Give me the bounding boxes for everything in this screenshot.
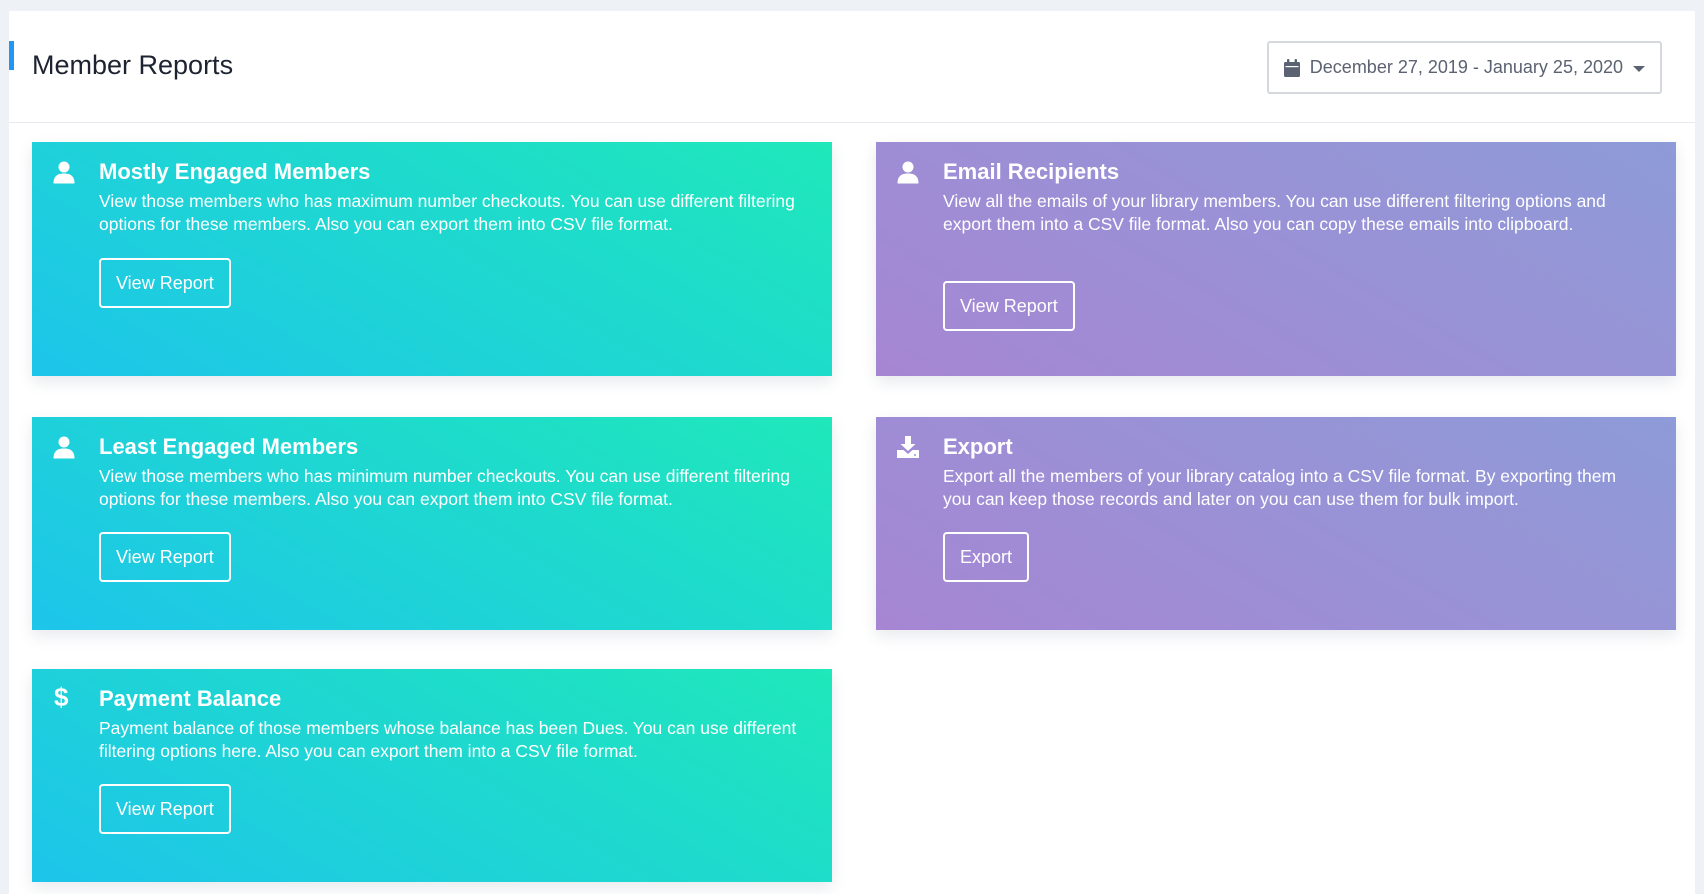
title-accent-bar [9, 41, 14, 70]
calendar-icon [1283, 58, 1300, 77]
card-description: View all the emails of your library memb… [943, 191, 1606, 234]
least-engaged-view-report-button[interactable]: View Report [99, 532, 231, 582]
card-title: Export [943, 434, 1013, 459]
export-button[interactable]: Export [943, 532, 1030, 582]
panel-header: Member Reports December 27, 2019 - Janua… [9, 11, 1695, 123]
card-description: Export all the members of your library c… [943, 466, 1617, 509]
card-description: View those members who has maximum numbe… [99, 191, 795, 234]
card-title: Payment Balance [99, 686, 282, 711]
user-icon [53, 161, 75, 184]
user-icon [53, 436, 75, 459]
card-title: Least Engaged Members [99, 434, 359, 459]
mostly-engaged-members-card: Mostly Engaged Members View those member… [32, 142, 832, 376]
email-recipients-view-report-button[interactable]: View Report [943, 281, 1075, 331]
card-description: Payment balance of those members whose b… [99, 718, 797, 761]
download-icon [897, 436, 919, 458]
mostly-engaged-view-report-button[interactable]: View Report [99, 258, 231, 308]
card-title: Mostly Engaged Members [99, 159, 371, 184]
dollar-icon: $ [54, 682, 69, 712]
email-recipients-card: Email Recipients View all the emails of … [876, 142, 1676, 376]
user-icon [897, 161, 919, 184]
export-card: Export Export all the members of your li… [876, 417, 1676, 630]
payment-balance-view-report-button[interactable]: View Report [99, 784, 231, 834]
payment-balance-card: $ Payment Balance Payment balance of tho… [32, 669, 832, 882]
card-description: View those members who has minimum numbe… [99, 466, 790, 509]
date-range-text: December 27, 2019 - January 25, 2020 [1309, 57, 1623, 77]
caret-down-icon [1633, 65, 1645, 72]
date-range-picker[interactable]: December 27, 2019 - January 25, 2020 [1266, 41, 1662, 94]
least-engaged-members-card: Least Engaged Members View those members… [32, 417, 832, 630]
card-title: Email Recipients [943, 159, 1120, 184]
page-title: Member Reports [32, 50, 234, 80]
